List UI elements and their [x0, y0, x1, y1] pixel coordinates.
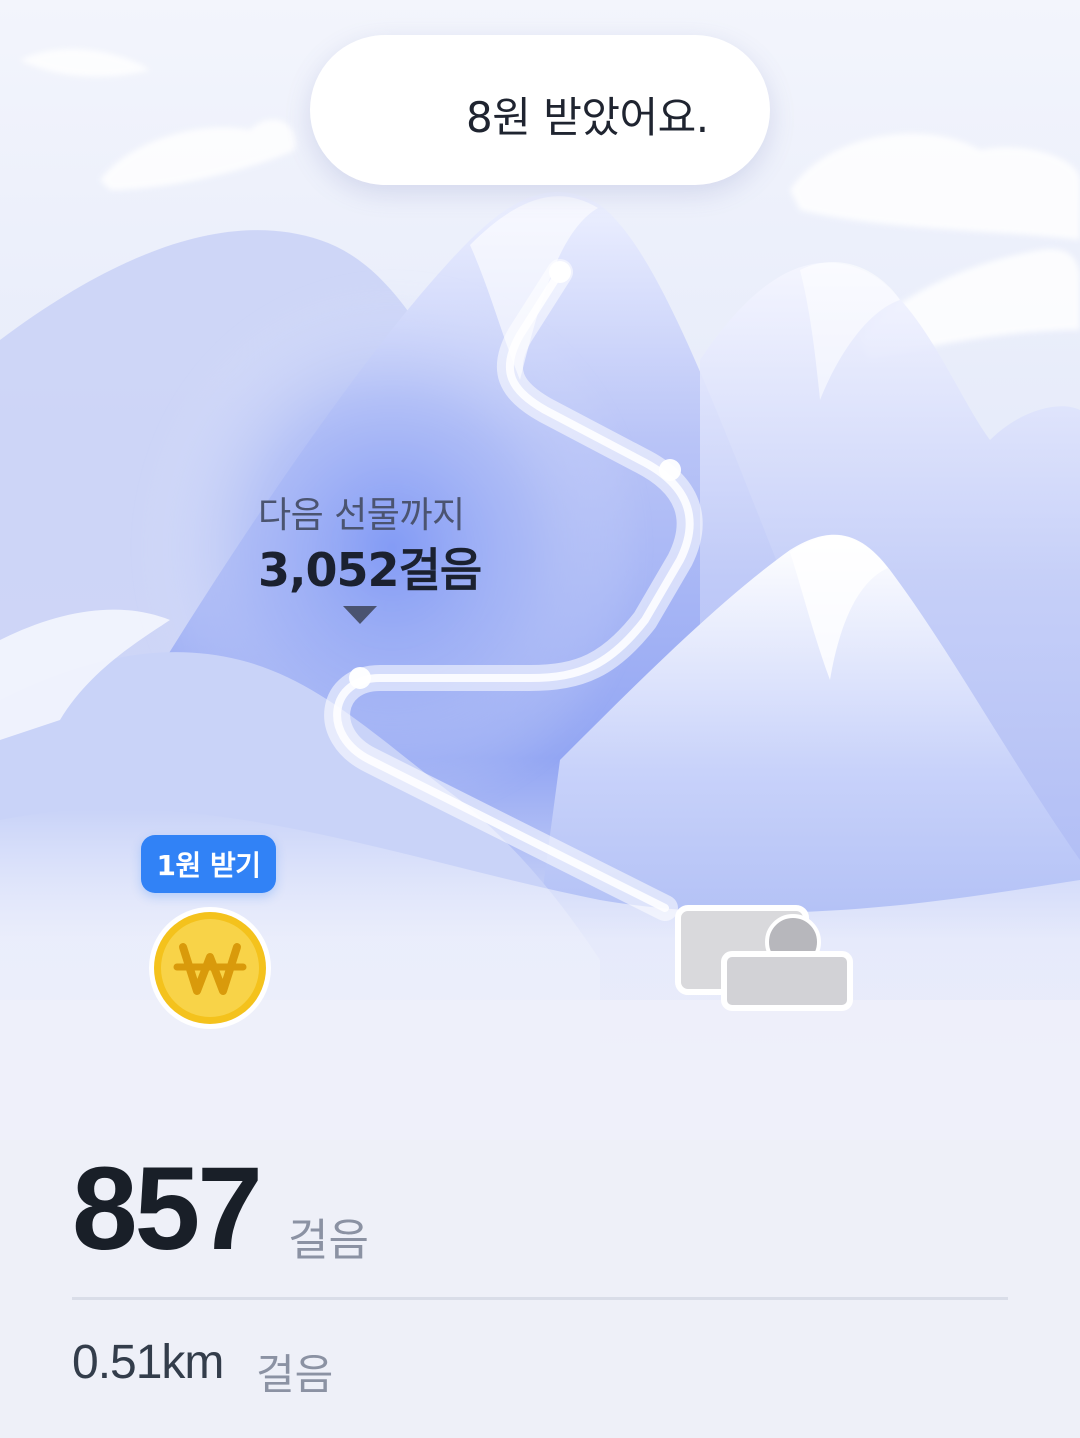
- won-coin-icon[interactable]: [147, 905, 273, 1031]
- pointer-down-icon: [343, 606, 377, 624]
- next-gift-steps: 3,052걸음: [258, 543, 482, 597]
- distance-value: 0.51km: [72, 1336, 224, 1389]
- step-count-unit: 걸음: [288, 1215, 369, 1266]
- stats-divider: [72, 1297, 1008, 1300]
- claim-reward-button[interactable]: 1원 받기: [141, 835, 276, 893]
- step-count-value: 857: [72, 1143, 263, 1275]
- next-gift-caption: 다음 선물까지: [258, 495, 465, 536]
- distance-unit: 걸음: [256, 1350, 334, 1399]
- toast-message: 8원 받았어요.: [466, 93, 709, 142]
